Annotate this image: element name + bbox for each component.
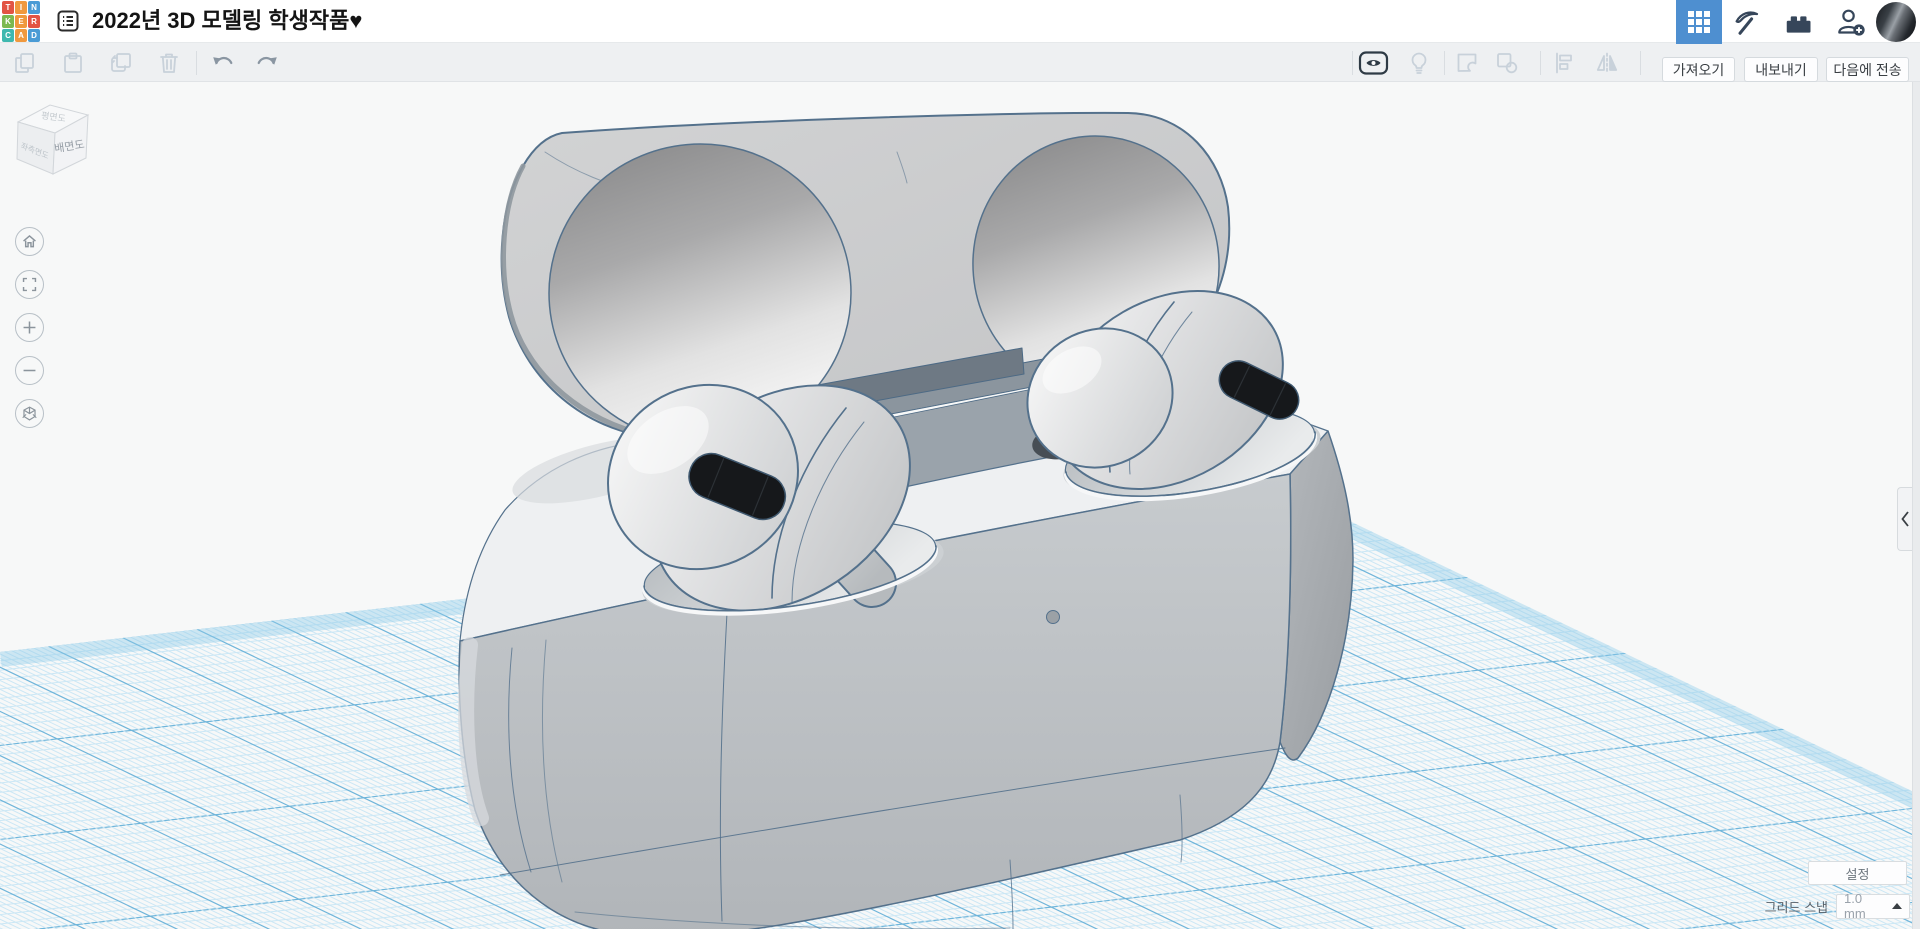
view-cube[interactable]: 평면도 좌측면도 배면도 (10, 90, 96, 180)
logo-tile: T (2, 1, 14, 14)
tinkercad-logo[interactable]: T I N K E R C A D (2, 1, 40, 42)
toolbar-separator (1444, 51, 1445, 75)
grid-snap-select[interactable]: 1.0 mm (1836, 891, 1910, 921)
light-icon[interactable] (1406, 50, 1432, 76)
show-all-icon[interactable] (1358, 50, 1390, 76)
toolbar-separator (196, 51, 197, 75)
share-button[interactable] (1830, 0, 1872, 44)
minecraft-export-button[interactable] (1726, 0, 1766, 44)
model-airpods-case[interactable] (458, 111, 1354, 929)
add-person-icon (1838, 9, 1865, 36)
delete-icon[interactable] (156, 50, 182, 76)
ungroup-icon[interactable] (1494, 50, 1520, 76)
design-title: 2022년 3D 모델링 학생작품♥ (92, 8, 363, 33)
chevron-left-icon (1901, 511, 1909, 527)
perspective-cube-icon (22, 406, 37, 421)
zoom-out-button[interactable] (15, 356, 44, 385)
home-view-button[interactable] (15, 227, 44, 256)
logo-tile: D (28, 29, 40, 42)
logo-tile: C (2, 29, 14, 42)
import-button[interactable]: 가져오기 (1662, 57, 1735, 82)
brick-export-button[interactable] (1778, 0, 1818, 44)
dropdown-arrow-icon (1892, 903, 1902, 909)
redo-icon[interactable] (254, 50, 280, 76)
panel-expand-tab[interactable] (1897, 487, 1912, 551)
fit-view-icon (22, 277, 37, 292)
export-button[interactable]: 내보내기 (1744, 57, 1818, 82)
zoom-in-button[interactable] (15, 313, 44, 342)
design-properties-icon[interactable] (56, 9, 80, 33)
status-led (1046, 610, 1060, 624)
pickaxe-icon (1735, 11, 1759, 35)
avatar[interactable] (1876, 2, 1916, 42)
toolbar-separator (1352, 51, 1353, 75)
blocks-view-button[interactable] (1676, 0, 1722, 44)
minus-icon (23, 369, 36, 372)
logo-tile: K (2, 15, 14, 28)
logo-tile: E (15, 15, 27, 28)
grid-snap-label: 그리드 스냅 (1764, 899, 1828, 915)
toolbar-separator (1640, 51, 1641, 75)
lego-brick-icon (1786, 16, 1811, 33)
logo-tile: A (15, 29, 27, 42)
collapsed-panel-strip (1912, 82, 1920, 929)
settings-button[interactable]: 설정 (1808, 861, 1907, 885)
paste-icon[interactable] (60, 50, 86, 76)
mirror-icon[interactable] (1594, 50, 1620, 76)
logo-tile: N (28, 1, 40, 14)
copy-icon[interactable] (12, 50, 38, 76)
top-bar: T I N K E R C A D 2022년 3D 모델링 학생작품♥ (0, 0, 1920, 44)
home-icon (23, 235, 36, 248)
group-icon[interactable] (1454, 50, 1480, 76)
logo-tile: I (15, 1, 27, 14)
scene-3d (0, 111, 1920, 929)
grid-snap-control: 그리드 스냅 1.0 mm (1690, 891, 1910, 921)
undo-icon[interactable] (210, 50, 236, 76)
plus-icon (23, 321, 36, 334)
viewport-3d[interactable]: 평면도 좌측면도 배면도 설정 그리드 스냅 1.0 mm (0, 82, 1920, 929)
perspective-toggle-button[interactable] (15, 399, 44, 428)
duplicate-icon[interactable] (108, 50, 134, 76)
view-nav-buttons (15, 227, 45, 428)
fit-view-button[interactable] (15, 270, 44, 299)
grid-view-icon (1688, 11, 1710, 33)
toolbar-separator (1540, 51, 1541, 75)
edit-toolbar: 가져오기 내보내기 다음에 전송 (0, 42, 1920, 82)
logo-tile: R (28, 15, 40, 28)
align-icon[interactable] (1552, 50, 1578, 76)
send-to-button[interactable]: 다음에 전송 (1826, 57, 1909, 82)
grid-snap-value: 1.0 mm (1844, 891, 1866, 921)
